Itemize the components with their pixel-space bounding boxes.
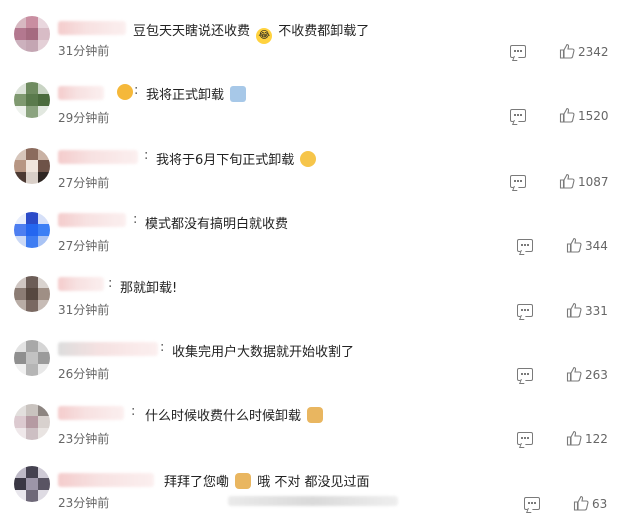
doge-emoji-icon (235, 473, 252, 489)
comment-time: 31分钟前 (58, 303, 110, 317)
like-icon[interactable] (566, 366, 582, 382)
comment-item: : 收集完用户大数据就开始收割了 26分钟前 263 (0, 320, 617, 384)
comment-text-part2: 不收费都卸载了 (278, 24, 370, 39)
like-count: 2342 (578, 45, 609, 59)
comment-time: 23分钟前 (58, 496, 110, 510)
username-blurred[interactable] (58, 406, 124, 420)
comment-text: 收集完用户大数据就开始收割了 (172, 341, 354, 360)
comment-text: 什么时候收费什么时候卸载 (145, 405, 325, 424)
comment-text: 我将于6月下旬正式卸载 (156, 149, 318, 168)
colon-separator: : (133, 212, 138, 227)
comment-time: 27分钟前 (58, 176, 110, 190)
like-icon[interactable] (566, 430, 582, 446)
avatar[interactable] (14, 404, 50, 440)
colon-separator: : (108, 276, 113, 291)
reply-icon[interactable] (517, 432, 533, 445)
reply-icon[interactable] (510, 175, 526, 188)
like-icon[interactable] (559, 43, 575, 59)
like-count: 122 (585, 432, 608, 446)
comment-text-part1: 我将于6月下旬正式卸载 (156, 153, 295, 168)
comment-time: 23分钟前 (58, 432, 110, 446)
like-icon[interactable] (559, 173, 575, 189)
username-blurred[interactable] (58, 277, 104, 291)
like-icon[interactable] (566, 237, 582, 253)
colon-separator: : (144, 148, 149, 163)
reply-icon[interactable] (510, 45, 526, 58)
like-icon[interactable] (566, 302, 582, 318)
reply-icon[interactable] (517, 239, 533, 252)
comment-text-part1: 什么时候收费什么时候卸载 (145, 409, 302, 424)
comment-time: 29分钟前 (58, 111, 110, 125)
username-blurred[interactable] (58, 342, 158, 356)
like-count: 63 (592, 497, 608, 511)
reply-icon[interactable] (517, 368, 533, 381)
reply-icon[interactable] (510, 109, 526, 122)
colon-separator: : (160, 340, 165, 355)
doge-emoji-icon (307, 407, 324, 423)
comment-text: 豆包天天瞎说还收费 😂 不收费都卸载了 (133, 20, 369, 44)
comment-text-part2: 哦 不对 都没见过面 (257, 475, 370, 490)
comment-text-part1: 收集完用户大数据就开始收割了 (172, 345, 355, 360)
comment-text-part1: 模式都没有搞明白就收费 (145, 217, 289, 232)
username-blurred[interactable] (58, 473, 154, 487)
username-blurred[interactable] (58, 150, 138, 164)
like-count: 263 (585, 368, 608, 382)
comment-text: 拜拜了您嘞 哦 不对 都没见过面 (164, 471, 370, 490)
reply-icon[interactable] (517, 304, 533, 317)
like-count: 1087 (578, 175, 609, 189)
comment-text-part1: 我将正式卸载 (146, 88, 225, 103)
watermark-blurred (228, 496, 398, 506)
comment-time: 26分钟前 (58, 367, 110, 381)
like-icon[interactable] (559, 107, 575, 123)
like-count: 331 (585, 304, 608, 318)
crown-emoji-icon (117, 84, 133, 100)
comment-time: 27分钟前 (58, 239, 110, 253)
comment-text-part1: 拜拜了您嘞 (164, 475, 230, 490)
comment-text-part1: 那就卸载! (120, 281, 178, 296)
comment-item: : 我将于6月下旬正式卸载 27分钟前 1087 (0, 128, 617, 192)
comment-item: : 什么时候收费什么时候卸载 23分钟前 122 (0, 384, 617, 448)
hug-emoji-icon (300, 151, 317, 167)
like-icon[interactable] (573, 495, 589, 511)
comment-time: 31分钟前 (58, 44, 110, 58)
avatar[interactable] (14, 82, 50, 118)
comment-text: 模式都没有搞明白就收费 (145, 213, 288, 232)
avatar[interactable] (14, 148, 50, 184)
comment-item: 豆包天天瞎说还收费 😂 不收费都卸载了 31分钟前 2342 (0, 0, 617, 64)
avatar[interactable] (14, 212, 50, 248)
avatar[interactable] (14, 466, 50, 502)
laugh-emoji-icon: 😂 (256, 28, 273, 44)
username-blurred[interactable] (58, 86, 104, 100)
colon-separator: : (134, 83, 139, 98)
like-count: 344 (585, 239, 608, 253)
avatar[interactable] (14, 276, 50, 312)
reply-icon[interactable] (524, 497, 540, 510)
comment-text: 那就卸载! (120, 277, 177, 296)
comment-item: : 我将正式卸载 29分钟前 1520 (0, 64, 617, 128)
avatar[interactable] (14, 340, 50, 376)
comment-item: : 模式都没有搞明白就收费 27分钟前 344 (0, 192, 617, 256)
username-blurred[interactable] (58, 21, 126, 35)
colon-separator: : (131, 404, 136, 419)
comment-item: : 那就卸载! 31分钟前 331 (0, 256, 617, 320)
wave-emoji-icon (230, 86, 247, 102)
like-count: 1520 (578, 109, 609, 123)
comment-text: 我将正式卸载 (146, 84, 248, 103)
avatar[interactable] (14, 16, 50, 52)
comment-item: 拜拜了您嘞 哦 不对 都没见过面 23分钟前 63 (0, 448, 617, 512)
username-blurred[interactable] (58, 213, 126, 227)
comment-text-part1: 豆包天天瞎说还收费 (133, 24, 251, 39)
